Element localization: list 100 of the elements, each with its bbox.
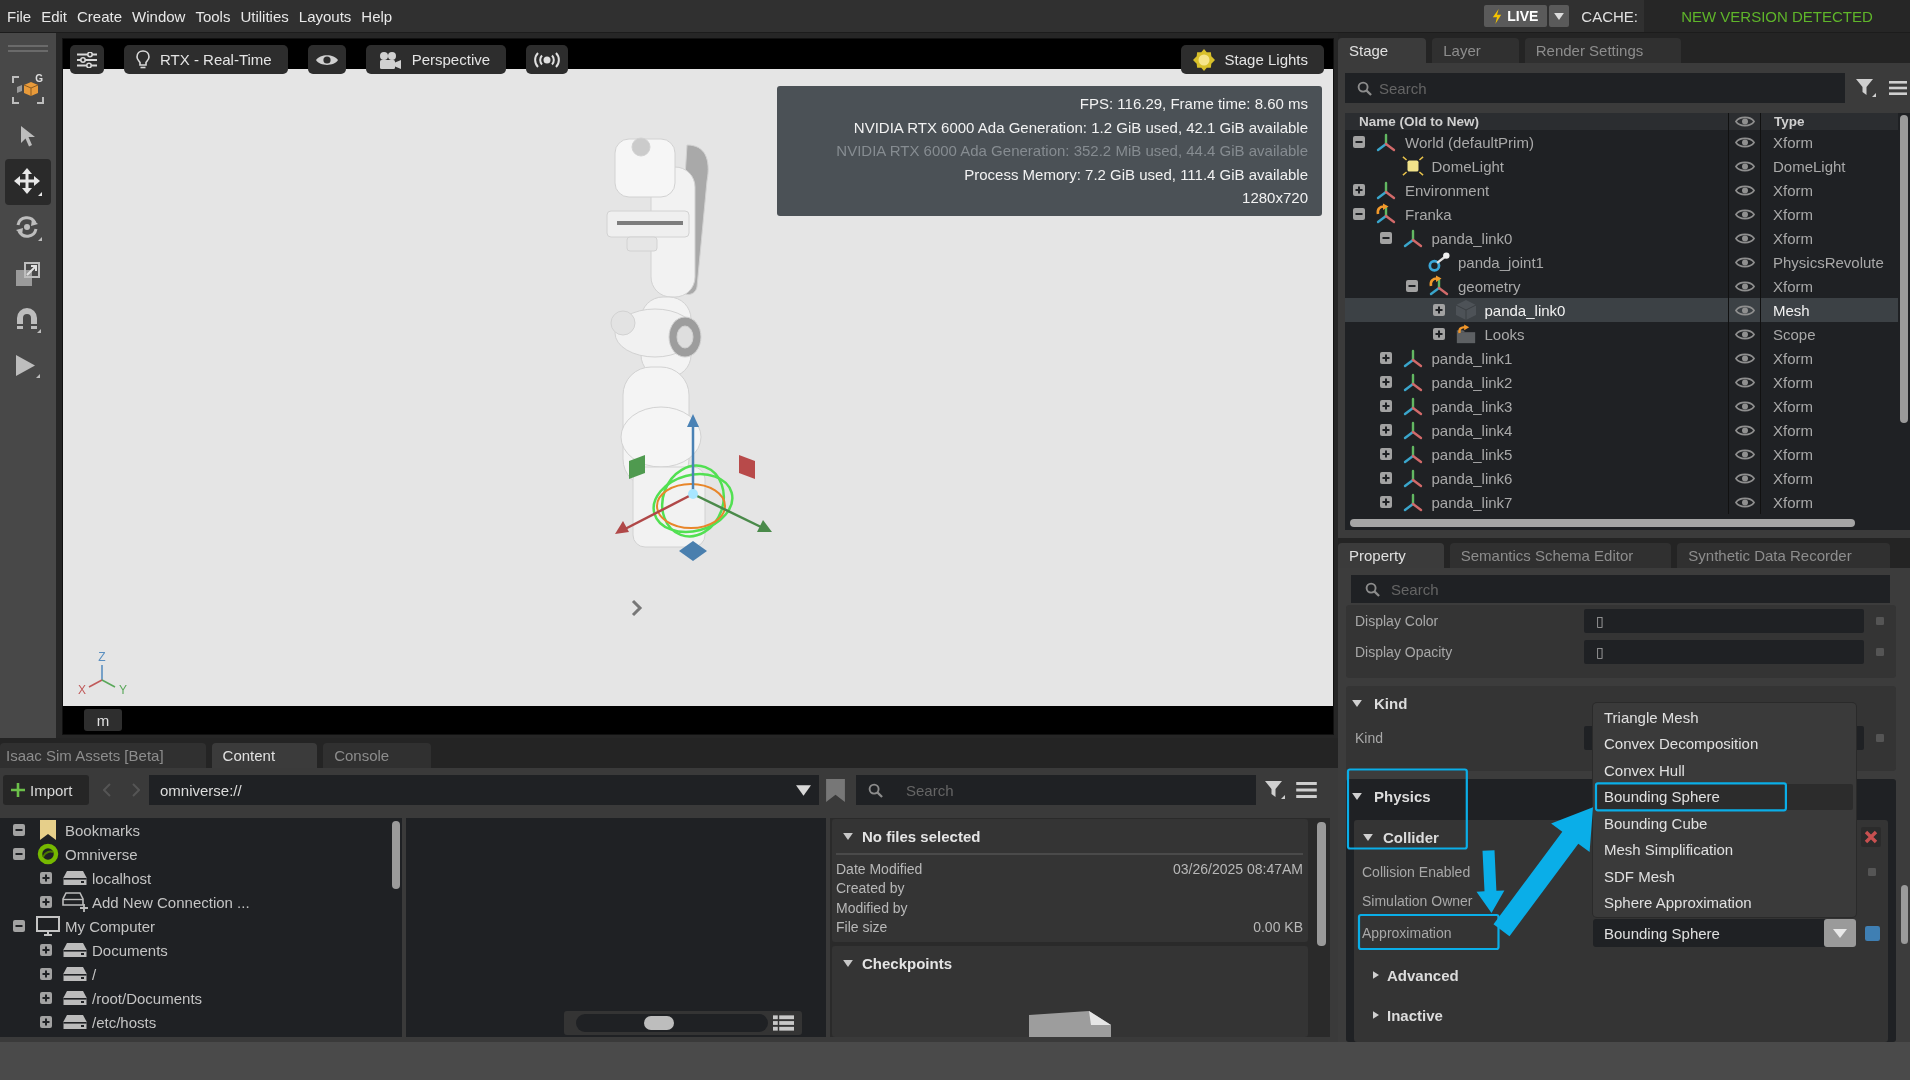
value-field[interactable]: ▯ [1584, 609, 1864, 633]
scrollbar-thumb[interactable] [1350, 519, 1855, 527]
tab[interactable]: Render Settings [1524, 38, 1682, 63]
tree-row[interactable]: Documents [0, 938, 390, 962]
tree-row[interactable]: Bookmarks [0, 818, 390, 842]
minus-toggle-icon[interactable] [13, 920, 25, 932]
menu-option[interactable]: Convex Hull [1596, 757, 1853, 784]
eye-icon[interactable] [1734, 399, 1755, 413]
menu-option[interactable]: Convex Decomposition [1596, 730, 1853, 757]
tab[interactable]: Layer [1432, 38, 1519, 63]
section-header[interactable]: No files selected [836, 819, 1303, 853]
plus-toggle-icon[interactable] [1379, 448, 1392, 460]
eye-icon[interactable] [1734, 351, 1755, 365]
tree-row[interactable]: localhost [0, 866, 390, 890]
eye-icon[interactable] [1734, 231, 1755, 245]
plus-toggle-icon[interactable] [1379, 376, 1392, 388]
tab[interactable]: Console [323, 743, 432, 768]
minus-toggle-icon[interactable] [13, 824, 25, 836]
live-options-button[interactable] [1549, 5, 1570, 27]
tree-row[interactable]: / [0, 962, 390, 986]
minus-toggle-icon[interactable] [13, 848, 25, 860]
caret-down-icon[interactable] [796, 785, 811, 796]
bookmark-icon[interactable] [826, 778, 845, 802]
units-button[interactable]: m [84, 709, 122, 731]
eye-icon[interactable] [1734, 115, 1755, 128]
eye-icon[interactable] [1734, 207, 1755, 221]
eye-icon[interactable] [1734, 303, 1755, 317]
eye-icon[interactable] [1734, 471, 1755, 485]
menu-icon[interactable] [1889, 81, 1907, 95]
square-marker-icon[interactable] [1876, 617, 1884, 625]
tree-row[interactable]: /etc/hosts [0, 1010, 390, 1034]
grip-icon[interactable] [8, 45, 48, 53]
minus-toggle-icon[interactable] [1353, 208, 1365, 220]
column-header[interactable]: Type [1761, 113, 1898, 130]
plus-toggle-icon[interactable] [1379, 424, 1392, 436]
renderer-button[interactable]: RTX - Real-Time [124, 45, 288, 74]
minus-toggle-icon[interactable] [1353, 136, 1365, 148]
tree-row[interactable]: DomeLight DomeLight [1345, 154, 1898, 178]
tree-row[interactable]: panda_joint1 PhysicsRevolute [1345, 250, 1898, 274]
eye-icon[interactable] [1734, 495, 1755, 509]
dropdown[interactable]: Bounding Sphere [1593, 919, 1856, 947]
section-header[interactable]: Physics [1346, 779, 1437, 813]
list-view-icon[interactable] [773, 1015, 794, 1031]
selection-mode-button[interactable]: G [5, 67, 51, 113]
plus-toggle-icon[interactable] [1432, 328, 1445, 340]
minus-toggle-icon[interactable] [1406, 280, 1418, 292]
tree-row[interactable]: panda_link1 Xform [1345, 346, 1898, 370]
plus-toggle-icon[interactable] [40, 944, 52, 956]
section-header[interactable]: Inactive [1354, 1003, 1449, 1027]
tree-row[interactable]: Environment Xform [1345, 178, 1898, 202]
eye-icon[interactable] [1734, 279, 1755, 293]
slider-thumb[interactable] [644, 1016, 675, 1030]
tree-row[interactable]: panda_link4 Xform [1345, 418, 1898, 442]
plus-toggle-icon[interactable] [1379, 472, 1392, 484]
tab[interactable]: Isaac Sim Assets [Beta] [0, 743, 206, 768]
scrollbar-thumb[interactable] [1901, 885, 1908, 944]
eye-icon[interactable] [1734, 255, 1755, 269]
plus-toggle-icon[interactable] [40, 992, 52, 1004]
tree-row[interactable]: panda_link3 Xform [1345, 394, 1898, 418]
remove-icon[interactable] [1861, 827, 1881, 847]
stage-lights-button[interactable]: Stage Lights [1180, 45, 1324, 74]
minus-toggle-icon[interactable] [1379, 232, 1392, 244]
scrollbar-thumb[interactable] [1317, 822, 1326, 946]
eye-icon[interactable] [1734, 375, 1755, 389]
plus-toggle-icon[interactable] [40, 896, 52, 908]
tree-row[interactable]: My Computer [0, 914, 390, 938]
broadcast-button[interactable] [526, 45, 569, 74]
tree-row[interactable]: Add New Connection ... [0, 890, 390, 914]
menu-option[interactable]: Bounding Cube [1596, 810, 1853, 837]
menu-item[interactable]: Edit [36, 4, 73, 28]
search-field[interactable]: Search [1351, 575, 1890, 603]
tab[interactable]: Property [1338, 543, 1444, 568]
menu-option[interactable]: Sphere Approximation [1596, 889, 1853, 916]
camera-button[interactable]: Perspective [365, 45, 507, 74]
menu-item[interactable]: Layouts [293, 4, 357, 28]
menu-item[interactable]: Utilities [235, 4, 294, 28]
plus-toggle-icon[interactable] [1379, 496, 1392, 508]
eye-icon[interactable] [1734, 447, 1755, 461]
slider-track[interactable] [576, 1014, 768, 1032]
scrollbar-thumb[interactable] [392, 821, 400, 889]
tree-row[interactable]: panda_link2 Xform [1345, 370, 1898, 394]
tab[interactable]: Stage [1338, 38, 1427, 63]
tree-row[interactable]: panda_link0 Mesh [1345, 298, 1898, 322]
value-field[interactable]: ▯ [1584, 640, 1864, 664]
move-tool-button[interactable] [5, 159, 51, 205]
settings-button[interactable] [70, 45, 104, 74]
menu-item[interactable]: File [2, 4, 37, 28]
plus-toggle-icon[interactable] [40, 1016, 52, 1028]
plus-toggle-icon[interactable] [1379, 400, 1392, 412]
tree-row[interactable]: Franka Xform [1345, 202, 1898, 226]
menu-icon[interactable] [1296, 782, 1317, 798]
section-header[interactable]: Collider [1354, 825, 1445, 849]
square-marker-icon[interactable] [1868, 868, 1876, 876]
scrollbar-thumb[interactable] [1900, 115, 1908, 423]
visibility-button[interactable] [307, 45, 346, 74]
plus-toggle-icon[interactable] [1432, 304, 1445, 316]
section-header[interactable]: Checkpoints [836, 946, 1303, 980]
eye-icon[interactable] [1734, 423, 1755, 437]
tree-row[interactable]: Looks Scope [1345, 322, 1898, 346]
menu-option[interactable]: SDF Mesh [1596, 863, 1853, 890]
